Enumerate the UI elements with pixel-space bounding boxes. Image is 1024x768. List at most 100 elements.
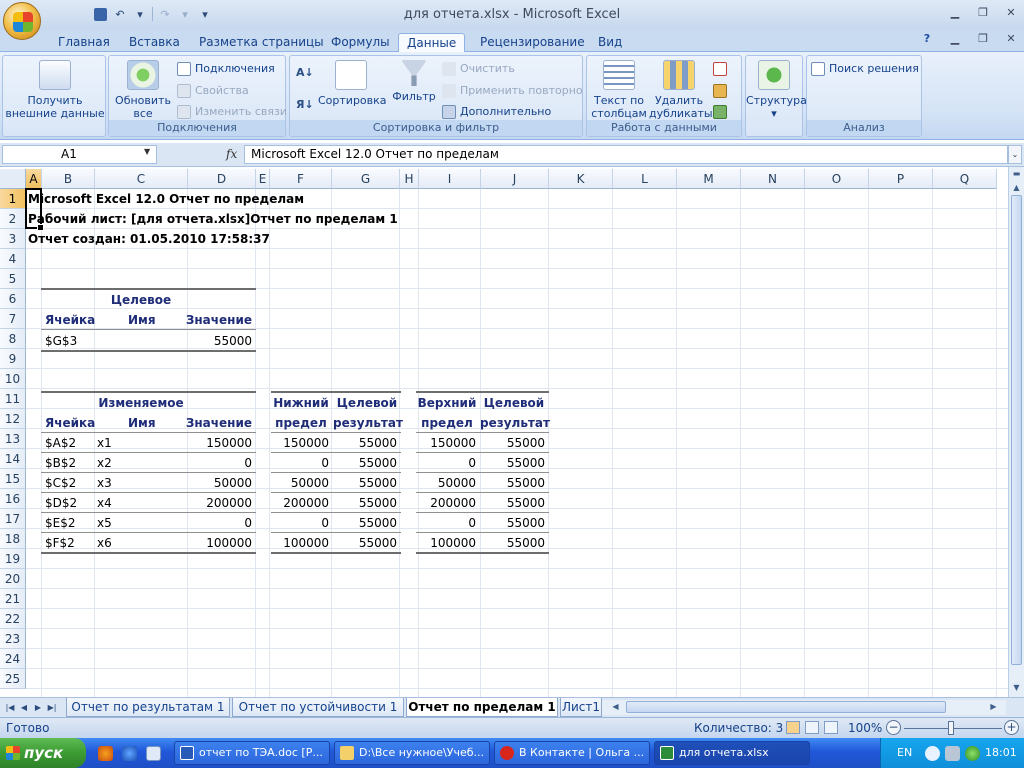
scroll-down-icon[interactable]: ▼ [1009, 681, 1024, 695]
remove-duplicates-button[interactable]: Удалить дубликаты [649, 60, 713, 120]
properties-button[interactable]: Свойства [177, 84, 249, 98]
row-header[interactable]: 11 [0, 389, 26, 409]
taskbar-item-opera[interactable]: В Контакте | Ольга ... [494, 741, 650, 765]
column-header[interactable]: Q [933, 169, 997, 189]
page-break-view-icon[interactable] [824, 721, 838, 734]
taskbar-item-word[interactable]: отчет по ТЭА.doc [Р... [174, 741, 330, 765]
column-header[interactable]: D [188, 169, 256, 189]
sort-az-button[interactable]: А↓ [296, 66, 314, 80]
row-header[interactable]: 14 [0, 449, 26, 469]
reapply-button[interactable]: Применить повторно [442, 84, 583, 98]
column-header[interactable]: J [481, 169, 549, 189]
next-sheet-icon[interactable]: ▶ [32, 700, 44, 715]
zoom-level[interactable]: 100% [848, 721, 882, 735]
column-header[interactable]: H [400, 169, 419, 189]
filter-button[interactable]: Фильтр [390, 60, 438, 103]
column-header[interactable]: B [42, 169, 95, 189]
tray-app-icon[interactable] [965, 746, 980, 761]
horizontal-scroll-thumb[interactable] [626, 701, 946, 713]
active-cell-cursor[interactable] [25, 188, 44, 231]
last-sheet-icon[interactable]: ▶| [46, 700, 58, 715]
name-box-dropdown-icon[interactable]: ▼ [144, 147, 150, 156]
page-layout-view-icon[interactable] [805, 721, 819, 734]
tab-page-layout[interactable]: Разметка страницы [191, 33, 332, 52]
name-box[interactable]: A1 [2, 145, 157, 164]
tab-view[interactable]: Вид [590, 33, 630, 52]
start-button[interactable]: пуск [0, 738, 86, 768]
taskbar-item-folder[interactable]: D:\Все нужное\Учеб... [334, 741, 490, 765]
row-header[interactable]: 13 [0, 429, 26, 449]
row-header[interactable]: 20 [0, 569, 26, 589]
row-header[interactable]: 10 [0, 369, 26, 389]
column-header[interactable]: K [549, 169, 613, 189]
row-header[interactable]: 23 [0, 629, 26, 649]
data-validation-button[interactable] [713, 62, 727, 76]
zoom-slider-knob[interactable] [948, 721, 954, 735]
workbook-restore-icon[interactable]: ❐ [976, 32, 990, 46]
row-header[interactable]: 6 [0, 289, 26, 309]
column-header[interactable]: A [26, 169, 42, 189]
text-to-columns-button[interactable]: Текст по столбцам [589, 60, 649, 120]
restore-icon[interactable]: ❐ [976, 6, 990, 20]
horizontal-scrollbar[interactable]: ◀ ▶ [602, 700, 1006, 715]
zoom-in-icon[interactable]: + [1004, 720, 1019, 735]
row-header[interactable]: 9 [0, 349, 26, 369]
connections-button[interactable]: Подключения [177, 62, 275, 76]
vertical-scrollbar[interactable]: ▬ ▲ ▼ [1008, 167, 1024, 697]
first-sheet-icon[interactable]: |◀ [4, 700, 16, 715]
column-header[interactable]: P [869, 169, 933, 189]
outline-button[interactable]: Структура ▾ [746, 60, 807, 120]
tab-home[interactable]: Главная [50, 33, 118, 52]
clear-button[interactable]: Очистить [442, 62, 515, 76]
row-header[interactable]: 24 [0, 649, 26, 669]
workbook-close-icon[interactable]: ✕ [1004, 32, 1018, 46]
row-header[interactable]: 16 [0, 489, 26, 509]
sheet-tab-sensitivity[interactable]: Отчет по устойчивости 1 [232, 698, 404, 717]
taskbar-item-excel[interactable]: для отчета.xlsx [654, 741, 810, 765]
normal-view-icon[interactable] [786, 721, 800, 734]
row-header[interactable]: 25 [0, 669, 26, 689]
scroll-up-icon[interactable]: ▲ [1009, 181, 1024, 195]
row-header[interactable]: 5 [0, 269, 26, 289]
sheet-tab-results[interactable]: Отчет по результатам 1 [66, 698, 230, 717]
tab-data[interactable]: Данные [398, 33, 466, 52]
column-header[interactable]: G [332, 169, 400, 189]
column-header[interactable]: M [677, 169, 741, 189]
scroll-left-icon[interactable]: ◀ [608, 700, 623, 714]
sheet-tab-limits[interactable]: Отчет по пределам 1 [406, 698, 558, 717]
tray-network-icon[interactable] [945, 746, 960, 761]
column-header[interactable]: L [613, 169, 677, 189]
row-header[interactable]: 18 [0, 529, 26, 549]
row-header[interactable]: 8 [0, 329, 26, 349]
row-header[interactable]: 3 [0, 229, 26, 249]
column-header[interactable]: E [256, 169, 270, 189]
prev-sheet-icon[interactable]: ◀ [18, 700, 30, 715]
row-header[interactable]: 12 [0, 409, 26, 429]
column-header[interactable]: I [419, 169, 481, 189]
help-icon[interactable]: ? [920, 32, 934, 46]
firefox-icon[interactable] [98, 746, 113, 761]
column-header[interactable]: F [270, 169, 332, 189]
sort-button[interactable]: Сортировка [318, 60, 387, 107]
ie-icon[interactable] [122, 746, 137, 761]
worksheet-grid[interactable]: ABCDEFGHIJKLMNOPQ 1 2 3 4 5 6 7 8 9 10 11 12 13 14 15 1… [0, 169, 1008, 697]
advanced-button[interactable]: Дополнительно [442, 105, 551, 119]
close-icon[interactable]: ✕ [1004, 6, 1018, 20]
zoom-out-icon[interactable]: − [886, 720, 901, 735]
row-header[interactable]: 22 [0, 609, 26, 629]
solver-button[interactable]: Поиск решения [811, 62, 919, 76]
minimize-icon[interactable]: ▁ [948, 6, 962, 20]
row-header[interactable]: 2 [0, 209, 26, 229]
consolidate-button[interactable] [713, 84, 727, 98]
sort-za-button[interactable]: Я↓ [296, 98, 314, 112]
insert-function-icon[interactable]: fx [226, 147, 237, 161]
get-external-data-button[interactable]: Получить внешние данные [5, 60, 105, 120]
refresh-all-button[interactable]: Обновить все [113, 60, 173, 120]
row-header[interactable]: 19 [0, 549, 26, 569]
row-header[interactable]: 7 [0, 309, 26, 329]
column-header[interactable]: O [805, 169, 869, 189]
edit-links-button[interactable]: Изменить связи [177, 105, 287, 119]
tab-insert[interactable]: Вставка [121, 33, 188, 52]
split-handle-icon[interactable]: ▬ [1009, 167, 1024, 181]
tab-review[interactable]: Рецензирование [472, 33, 593, 52]
